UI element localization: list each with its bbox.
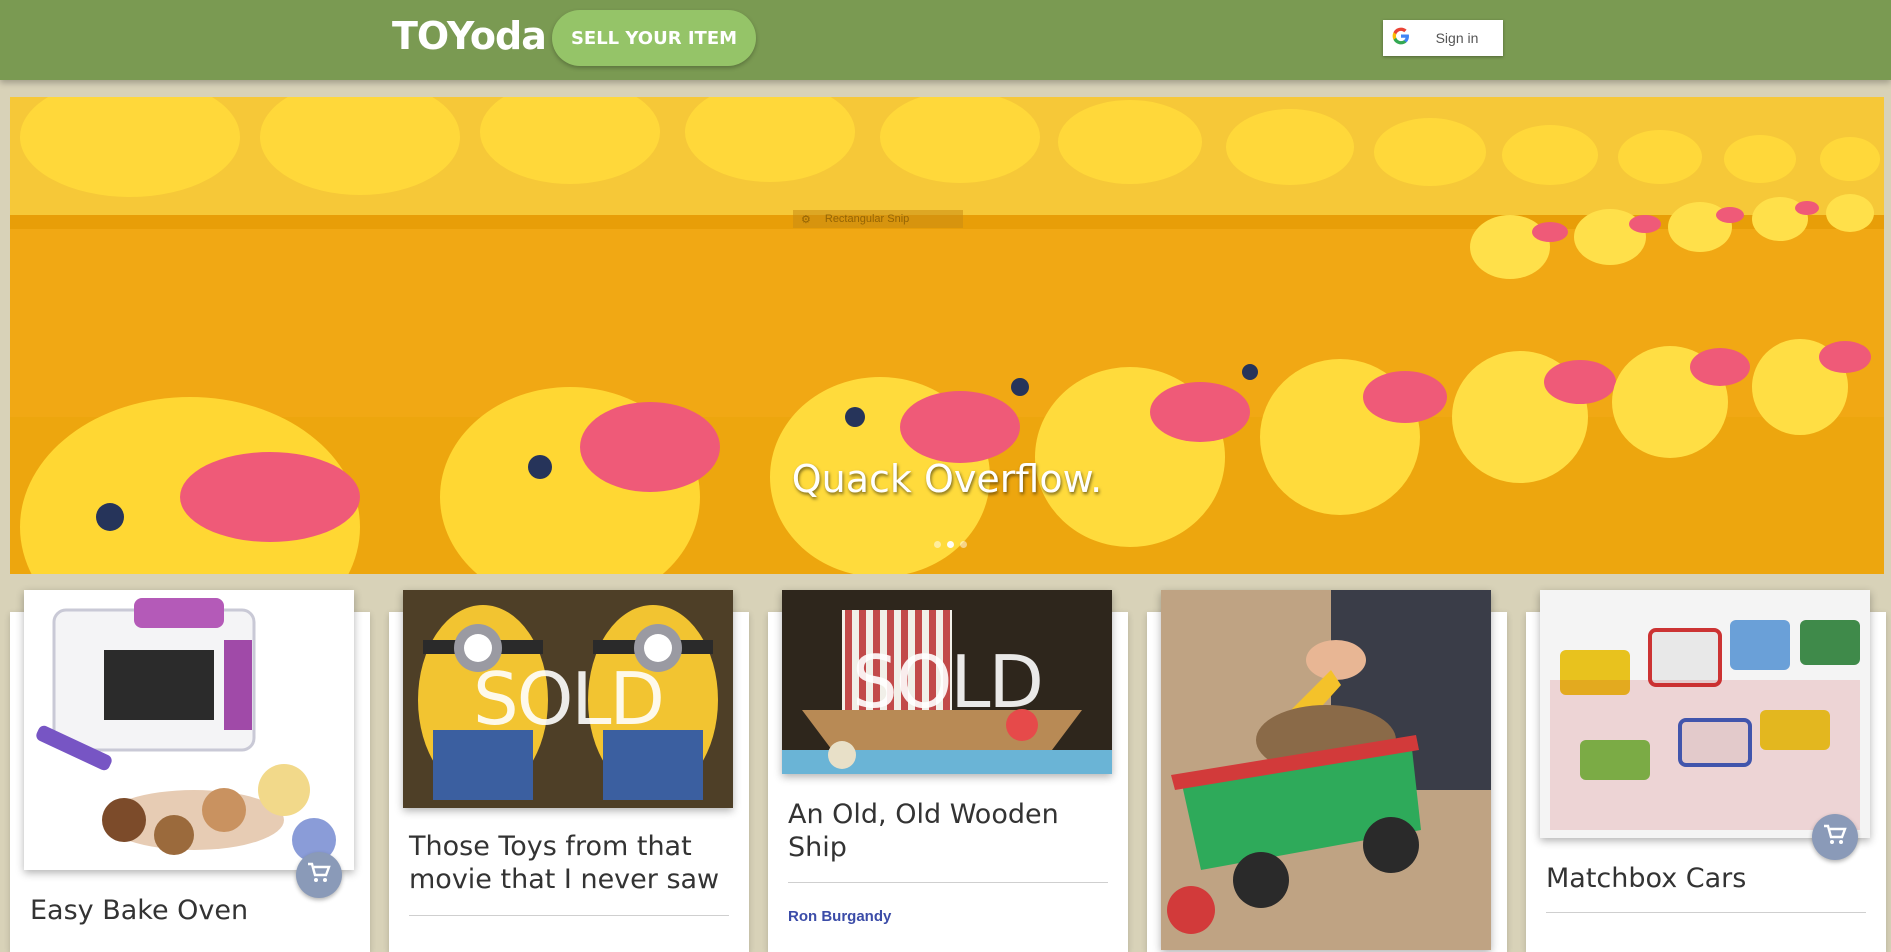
carousel-dot[interactable] [960,541,967,548]
listing-title[interactable]: Those Toys from that movie that I never … [409,830,729,896]
listing-card[interactable] [1147,590,1507,952]
listing-card[interactable]: SOLD Those Toys from that movie that I n… [389,590,749,952]
listing-image[interactable]: SOLD [403,590,733,808]
listing-card[interactable]: Easy Bake Oven [10,590,370,952]
divider [788,882,1108,883]
rectangular-snip-overlay: ⚙ Rectangular Snip [793,210,963,228]
logo[interactable]: TOYoda [392,14,547,58]
listing-card[interactable]: Matchbox Cars [1526,590,1886,952]
seller-link[interactable]: Ron Burgandy [788,908,891,925]
listing-image[interactable] [1540,590,1870,838]
google-signin-button[interactable]: Sign in [1383,20,1503,56]
sold-overlay: SOLD [473,657,665,741]
hero-caption: Quack Overflow. [791,457,1103,501]
listing-image[interactable] [1161,590,1491,950]
carousel-dot-active[interactable] [947,541,954,548]
listing-title[interactable]: Matchbox Cars [1546,862,1866,895]
listing-image[interactable] [24,590,354,870]
listing-title[interactable]: Easy Bake Oven [30,894,350,927]
listing-card[interactable]: SOLD An Old, Old Wooden Ship Ron Burgand… [768,590,1128,952]
sold-overlay: SOLD [852,640,1044,724]
cart-icon [307,862,331,889]
easy-bake-oven-image [36,598,336,862]
signin-label: Sign in [1435,30,1479,46]
carousel-indicators [934,541,967,548]
google-icon [1383,26,1419,51]
divider [1546,912,1866,913]
carousel-dot[interactable] [934,541,941,548]
snip-label: Rectangular Snip [824,213,910,225]
listing-title[interactable]: An Old, Old Wooden Ship [788,798,1108,864]
listing-image[interactable]: SOLD [782,590,1112,774]
snip-icon: ⚙ [801,213,811,226]
add-to-cart-button[interactable] [296,852,342,898]
add-to-cart-button[interactable] [1812,814,1858,860]
sell-your-item-button[interactable]: SELL YOUR ITEM [552,10,756,66]
hero-image-ducks [10,97,1884,574]
divider [409,915,729,916]
matchbox-cars-image [1540,590,1870,838]
top-navbar: TOYoda SELL YOUR ITEM Sign in [0,0,1891,80]
sandbox-truck-image [1161,590,1491,950]
hero-carousel[interactable]: ⚙ Rectangular Snip Quack Overflow. [10,97,1884,574]
cart-icon [1823,824,1847,851]
